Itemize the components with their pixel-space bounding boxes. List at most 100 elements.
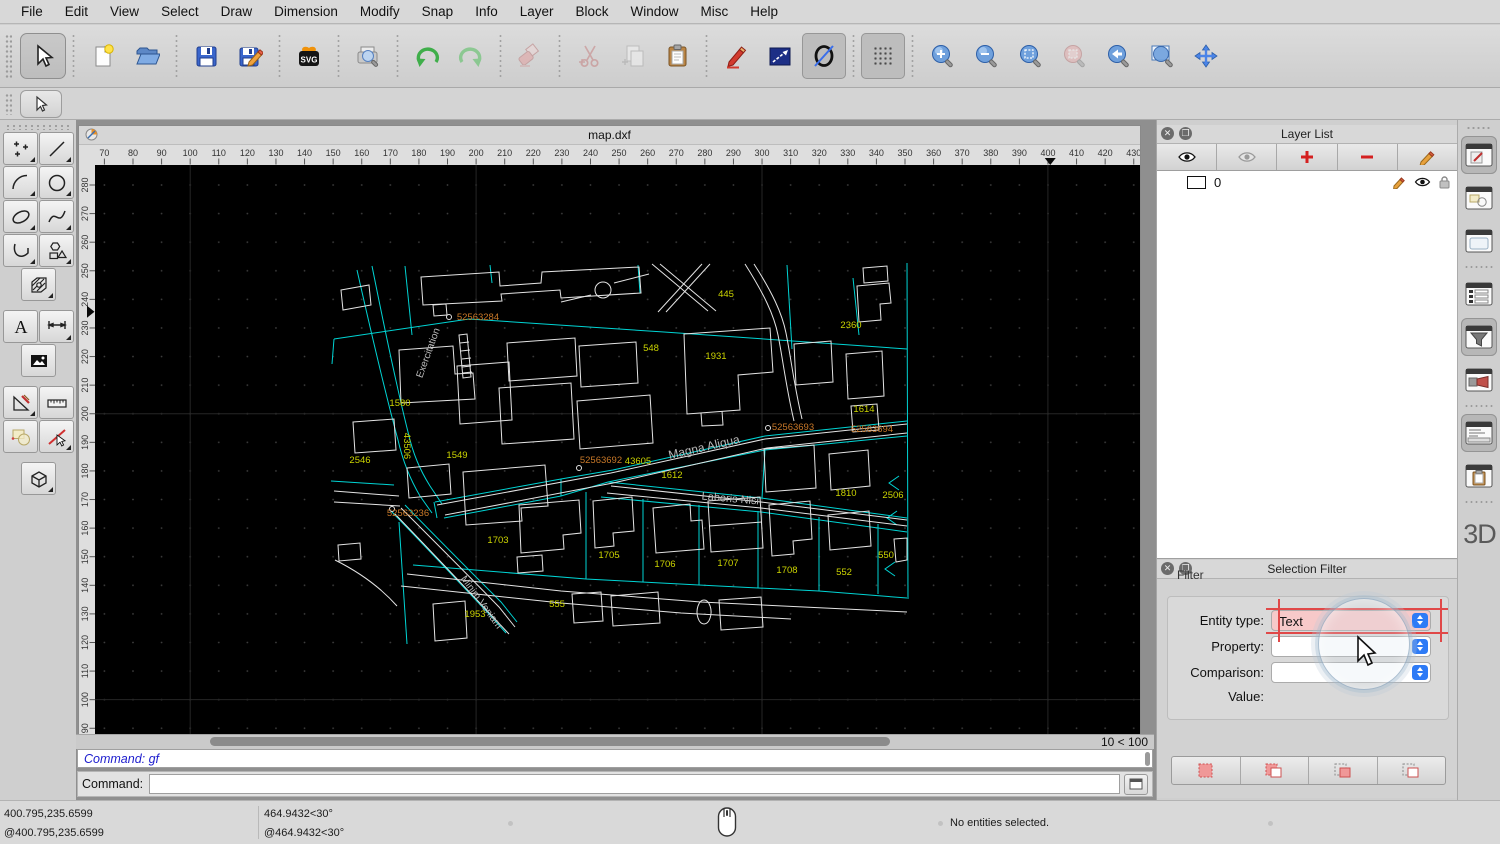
current-tool-button[interactable] xyxy=(20,89,62,118)
close-panel-icon[interactable]: ✕ xyxy=(1161,562,1174,575)
edit-layer-button[interactable] xyxy=(1398,144,1457,170)
save-button[interactable] xyxy=(184,33,228,79)
copy-button[interactable] xyxy=(611,33,655,79)
ellipse-tool-button[interactable] xyxy=(3,200,38,233)
pan-button[interactable] xyxy=(1184,33,1228,79)
zoom-selection-button[interactable] xyxy=(1052,33,1096,79)
subtract-from-selection-button[interactable] xyxy=(1309,757,1378,784)
point-tool-button[interactable] xyxy=(3,132,38,165)
map-label-555: 555 xyxy=(549,599,565,610)
print-preview-button[interactable] xyxy=(346,33,390,79)
canvas-h-scrollbar[interactable]: 10 < 100 xyxy=(76,734,1154,749)
arc-tool-button[interactable] xyxy=(3,166,38,199)
menu-modify[interactable]: Modify xyxy=(349,4,411,19)
document-title-bar[interactable]: map.dxf xyxy=(79,126,1140,145)
modify-selection-button[interactable] xyxy=(3,420,38,453)
shapes-tool-button[interactable] xyxy=(39,234,74,267)
command-input[interactable] xyxy=(149,774,1120,794)
viewport-panel-button[interactable] xyxy=(1461,361,1497,399)
combo-stepper-icon[interactable] xyxy=(1412,664,1428,680)
selection-panel-button[interactable] xyxy=(1461,179,1497,217)
layer-color-swatch[interactable] xyxy=(1187,175,1206,189)
new-file-button[interactable] xyxy=(81,33,125,79)
circle-tool-button[interactable] xyxy=(39,166,74,199)
zoom-in-button[interactable] xyxy=(920,33,964,79)
scrollbar-thumb[interactable] xyxy=(210,737,890,746)
remove-layer-button[interactable] xyxy=(1338,144,1398,170)
menu-file[interactable]: File xyxy=(10,4,54,19)
zoom-window-button[interactable] xyxy=(1140,33,1184,79)
menu-misc[interactable]: Misc xyxy=(690,4,740,19)
redo-button[interactable] xyxy=(449,33,493,79)
intersect-selection-button[interactable] xyxy=(1378,757,1446,784)
menu-block[interactable]: Block xyxy=(565,4,620,19)
draft-mode-button[interactable] xyxy=(802,33,846,79)
undo-button[interactable] xyxy=(405,33,449,79)
menu-select[interactable]: Select xyxy=(150,4,210,19)
toolbar-drag-handle[interactable] xyxy=(5,92,12,115)
menu-draw[interactable]: Draw xyxy=(210,4,264,19)
3d-mode-button[interactable]: 3D xyxy=(1458,519,1500,550)
menu-dimension[interactable]: Dimension xyxy=(263,4,349,19)
command-line-panel-button[interactable] xyxy=(1461,414,1497,452)
eraser-button[interactable] xyxy=(508,33,552,79)
svg-export-button[interactable]: SVG xyxy=(287,33,331,79)
paste-button[interactable] xyxy=(655,33,699,79)
menu-window[interactable]: Window xyxy=(620,4,690,19)
open-file-button[interactable] xyxy=(125,33,169,79)
snap-tool-button[interactable] xyxy=(39,420,74,453)
add-to-selection-button[interactable] xyxy=(1241,757,1309,784)
toolbar-drag-handle[interactable] xyxy=(5,34,12,78)
layer-lock-icon[interactable] xyxy=(1438,175,1451,189)
cut-button[interactable] xyxy=(567,33,611,79)
menu-info[interactable]: Info xyxy=(464,4,509,19)
selection-filter-panel-button[interactable] xyxy=(1461,318,1497,356)
spline-tool-button[interactable] xyxy=(39,200,74,233)
palette-drag-handle[interactable] xyxy=(5,124,71,130)
property-editor-panel-button[interactable] xyxy=(1461,136,1497,174)
draw-pencil-button[interactable] xyxy=(714,33,758,79)
add-layer-button[interactable] xyxy=(1277,144,1338,170)
show-all-layers-button[interactable] xyxy=(1157,144,1218,170)
dock-drag-handle[interactable] xyxy=(1466,126,1492,131)
drawing-canvas[interactable]: 445 2360 548 1931 1614 1580 2546 1549 43605 1612 1… xyxy=(95,165,1140,735)
hide-all-layers-button[interactable] xyxy=(1217,144,1278,170)
zoom-out-button[interactable] xyxy=(964,33,1008,79)
preview-panel-button[interactable] xyxy=(1461,222,1497,260)
menu-edit[interactable]: Edit xyxy=(54,4,99,19)
save-as-button[interactable] xyxy=(228,33,272,79)
line-scale-button[interactable] xyxy=(758,33,802,79)
measure-tool-button[interactable] xyxy=(39,386,74,419)
clipboard-panel-button[interactable] xyxy=(1461,457,1497,495)
vertical-ruler[interactable]: 280 270 260 250 240 230 220 210 200 190 180 170 160 1… xyxy=(79,165,95,735)
image-tool-button[interactable] xyxy=(21,344,56,377)
line-tool-button[interactable] xyxy=(39,132,74,165)
close-panel-icon[interactable]: ✕ xyxy=(1161,127,1174,140)
layer-visible-icon[interactable] xyxy=(1414,176,1431,188)
history-scrollbar-thumb[interactable] xyxy=(1145,752,1150,766)
toggle-command-history-button[interactable] xyxy=(1124,773,1148,795)
text-tool-button[interactable]: A xyxy=(3,310,38,343)
combo-stepper-icon[interactable] xyxy=(1412,612,1428,628)
dimension-tool-button[interactable] xyxy=(39,310,74,343)
menu-help[interactable]: Help xyxy=(739,4,789,19)
hatch-tool-button[interactable] xyxy=(21,268,56,301)
detach-panel-icon[interactable]: ❐ xyxy=(1179,127,1192,140)
menu-view[interactable]: View xyxy=(99,4,150,19)
zoom-auto-button[interactable] xyxy=(1008,33,1052,79)
layer-row-0[interactable]: 0 xyxy=(1157,171,1457,193)
command-history[interactable]: Command: gf xyxy=(77,749,1153,768)
selection-tool-button[interactable] xyxy=(20,33,66,79)
modify-tools-button[interactable] xyxy=(3,386,38,419)
polyline-tool-button[interactable] xyxy=(3,234,38,267)
combo-stepper-icon[interactable] xyxy=(1412,638,1428,654)
horizontal-ruler[interactable]: 70 80 90 100 110 120 130 140 150 160 170 180 190 200 2… xyxy=(95,145,1140,165)
menu-snap[interactable]: Snap xyxy=(411,4,465,19)
solid-3d-tool-button[interactable] xyxy=(21,462,56,495)
replace-selection-button[interactable] xyxy=(1172,757,1241,784)
edit-layer-icon[interactable] xyxy=(1392,176,1407,189)
zoom-previous-button[interactable] xyxy=(1096,33,1140,79)
grid-toggle-button[interactable] xyxy=(861,33,905,79)
menu-layer[interactable]: Layer xyxy=(509,4,565,19)
block-list-panel-button[interactable] xyxy=(1461,275,1497,313)
